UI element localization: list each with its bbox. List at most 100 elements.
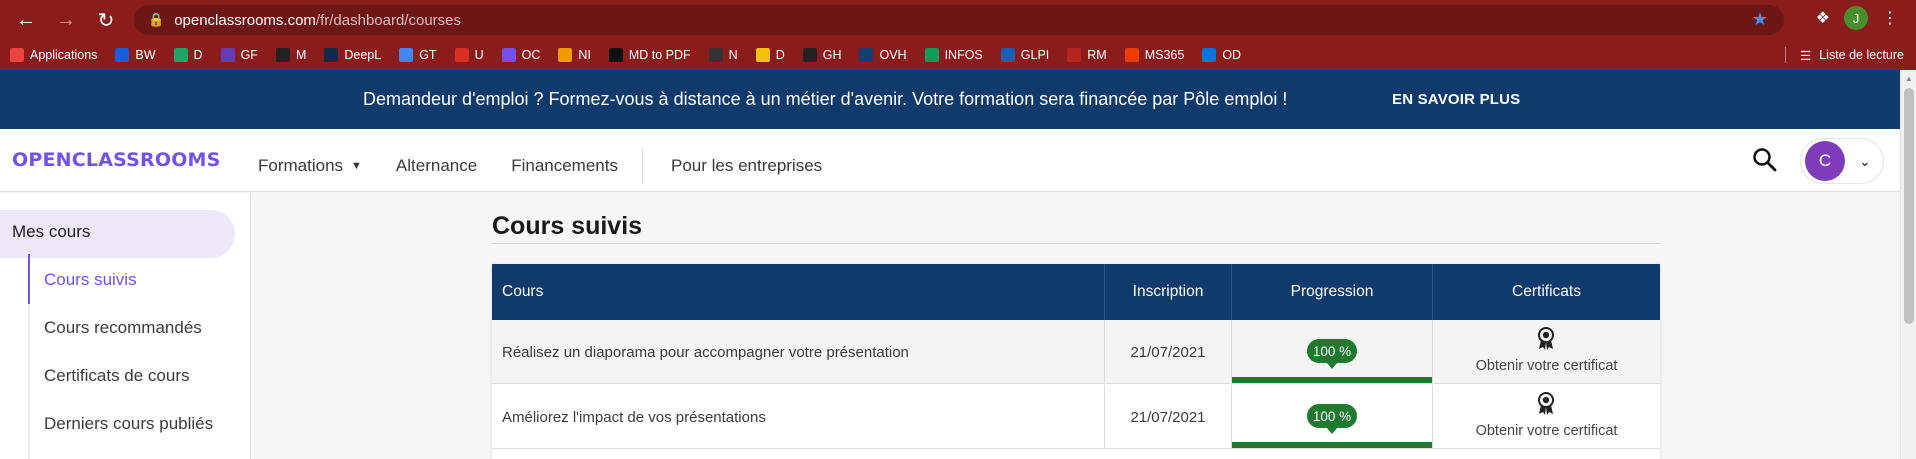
- progress-badge: 100 %: [1307, 404, 1357, 434]
- url-path: /fr/dashboard/courses: [315, 11, 461, 29]
- reading-list-button[interactable]: ☰ Liste de lecture: [1785, 47, 1904, 63]
- course-title-link[interactable]: Réalisez un diaporama pour accompagner v…: [502, 320, 909, 384]
- bookmark-item[interactable]: GLPI: [1000, 48, 1050, 62]
- sidebar-active-marker: [28, 254, 30, 304]
- bookmark-item[interactable]: GF: [220, 48, 258, 62]
- bookmark-item[interactable]: BW: [115, 48, 156, 62]
- search-icon[interactable]: [1752, 147, 1778, 173]
- sidebar-tree-line: [28, 254, 30, 459]
- column-header-cours: Cours: [502, 283, 544, 300]
- bookmark-label: D: [775, 48, 785, 62]
- progress-bar: [1232, 377, 1432, 383]
- forward-icon[interactable]: →: [48, 2, 84, 38]
- bookmark-item[interactable]: DeepL: [324, 48, 381, 62]
- bookmark-favicon-icon: [399, 48, 414, 62]
- nav-formations-label: Formations: [258, 156, 344, 175]
- url-host: openclassrooms.com: [174, 11, 316, 29]
- main-nav: Formations ▼ Alternance Financements Pou…: [258, 149, 856, 183]
- bookmark-favicon-icon: [1000, 48, 1015, 62]
- bookmark-item[interactable]: D: [173, 48, 203, 62]
- bookmark-item[interactable]: OD: [1202, 48, 1241, 62]
- sidebar-item-cours-recommandes[interactable]: Cours recommandés: [44, 318, 202, 338]
- bookmark-item[interactable]: N: [708, 48, 738, 62]
- bookmark-item[interactable]: Applications: [10, 48, 97, 62]
- site-header: OPENCLASSROOMS Formations ▼ Alternance F…: [0, 129, 1900, 192]
- bookmark-label: N: [728, 48, 738, 62]
- bookmark-item[interactable]: OVH: [859, 48, 907, 62]
- chevron-down-icon: ⌄: [1859, 152, 1871, 169]
- bookmarks-bar: Applications BW D GF M DeepL GT U OC NI MD to PDF N…: [0, 40, 1916, 70]
- bookmark-item[interactable]: NI: [558, 48, 591, 62]
- bookmark-item[interactable]: RM: [1067, 48, 1107, 62]
- column-divider: [1231, 385, 1232, 449]
- get-certificate-link[interactable]: Obtenir votre certificat: [1433, 423, 1660, 439]
- lock-icon: 🔒: [148, 12, 165, 27]
- table-row[interactable]: Réalisez un diaporama pour accompagner v…: [492, 320, 1660, 384]
- bookmark-item[interactable]: U: [454, 48, 484, 62]
- profile-avatar[interactable]: J: [1844, 6, 1868, 30]
- promo-text: Demandeur d'emploi ? Formez-vous à dista…: [363, 89, 1288, 109]
- bookmark-divider: [1785, 47, 1786, 63]
- bookmark-favicon-icon: [558, 48, 573, 62]
- page-scrollbar[interactable]: ▲: [1900, 70, 1916, 459]
- bookmark-favicon-icon: [115, 48, 130, 62]
- extensions-icon[interactable]: ❖: [1816, 8, 1830, 28]
- caret-down-icon: ▼: [351, 160, 362, 172]
- certificate-award-icon: [1536, 392, 1556, 416]
- bookmark-favicon-icon: [501, 48, 516, 62]
- bookmark-item[interactable]: MD to PDF: [608, 48, 691, 62]
- bookmark-favicon-icon: [924, 48, 939, 62]
- bookmark-item[interactable]: D: [755, 48, 785, 62]
- bookmark-label: GH: [822, 48, 842, 62]
- sidebar-item-derniers-cours[interactable]: Derniers cours publiés: [44, 414, 213, 434]
- scrollbar-thumb[interactable]: [1904, 88, 1914, 324]
- bookmark-favicon-icon: [1067, 48, 1082, 62]
- sidebar-item-cours-suivis[interactable]: Cours suivis: [44, 270, 137, 290]
- progress-bar: [1232, 442, 1432, 448]
- sidebar-item-certificats[interactable]: Certificats de cours: [44, 366, 190, 386]
- bookmark-star-icon[interactable]: ★: [1752, 9, 1768, 30]
- table-header: Cours Inscription Progression Certificat…: [492, 264, 1660, 320]
- bookmark-item[interactable]: GH: [802, 48, 842, 62]
- bookmark-item[interactable]: GT: [399, 48, 437, 62]
- column-divider: [1432, 320, 1433, 384]
- nav-entreprises[interactable]: Pour les entreprises: [671, 156, 822, 176]
- back-icon[interactable]: ←: [8, 2, 44, 38]
- bookmark-favicon-icon: [1202, 48, 1217, 62]
- bookmark-item[interactable]: OC: [501, 48, 541, 62]
- bookmark-favicon-icon: [802, 48, 817, 62]
- bookmark-label: OC: [521, 48, 541, 62]
- sidebar-section-mes-cours[interactable]: Mes cours: [12, 222, 90, 242]
- bookmark-label: GLPI: [1020, 48, 1050, 62]
- nav-financements[interactable]: Financements: [511, 156, 618, 176]
- column-divider: [1432, 385, 1433, 449]
- bookmark-favicon-icon: [608, 48, 623, 62]
- courses-table: Cours Inscription Progression Certificat…: [492, 264, 1660, 459]
- reload-icon[interactable]: ↻: [88, 2, 124, 38]
- reading-list-icon: ☰: [1800, 48, 1812, 63]
- bookmark-label: MD to PDF: [628, 48, 691, 62]
- get-certificate-link[interactable]: Obtenir votre certificat: [1433, 358, 1660, 374]
- scroll-up-icon[interactable]: ▲: [1905, 74, 1913, 83]
- nav-formations[interactable]: Formations ▼: [258, 156, 362, 176]
- learn-more-link[interactable]: EN SAVOIR PLUS: [1392, 91, 1520, 108]
- avatar: C: [1805, 141, 1845, 181]
- nav-alternance[interactable]: Alternance: [396, 156, 477, 176]
- bookmark-item[interactable]: MS365: [1124, 48, 1184, 62]
- column-header-certificats: Certificats: [1512, 283, 1581, 300]
- menu-icon[interactable]: ⋮: [1882, 8, 1898, 28]
- user-menu[interactable]: C ⌄: [1800, 138, 1884, 184]
- openclassrooms-logo[interactable]: OPENCLASSROOMS: [12, 149, 221, 171]
- sidebar: Mes cours Cours suivis Cours recommandés…: [0, 193, 251, 459]
- column-divider: [1231, 320, 1232, 384]
- bookmark-favicon-icon: [220, 48, 235, 62]
- bookmark-favicon-icon: [275, 48, 290, 62]
- bookmark-item[interactable]: INFOS: [924, 48, 983, 62]
- nav-divider: [641, 149, 643, 183]
- table-row[interactable]: Améliorez l'impact de vos présentations 2…: [492, 385, 1660, 449]
- bookmark-label: NI: [578, 48, 591, 62]
- bookmark-item[interactable]: M: [275, 48, 306, 62]
- address-bar[interactable]: 🔒 openclassrooms.com /fr/dashboard/cours…: [134, 5, 1784, 35]
- bookmark-label: OVH: [879, 48, 907, 62]
- course-title-link[interactable]: Améliorez l'impact de vos présentations: [502, 385, 766, 449]
